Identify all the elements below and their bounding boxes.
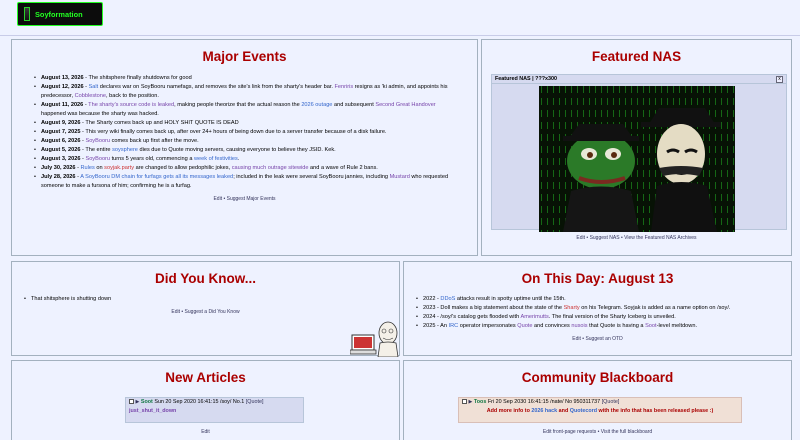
triangle-right-icon[interactable]: ▶: [136, 399, 140, 405]
new-articles-title: New Articles: [165, 370, 246, 385]
blackboard-post: ▶ Toos Fri 20 Sep 2030 16:41:15 /nate/ N…: [458, 397, 742, 423]
list-item: August 3, 2026 - SoyBooru turns 5 years …: [33, 155, 457, 164]
list-item: August 9, 2026 - The Sharty comes back u…: [33, 119, 457, 128]
new-articles-footer-links[interactable]: Edit: [12, 429, 399, 435]
otd-link[interactable]: Amerimutts: [520, 314, 548, 320]
list-item: August 13, 2026 - The shitsphere finally…: [33, 74, 457, 83]
featured-nas-image[interactable]: [539, 86, 735, 232]
otd-link[interactable]: Quote: [517, 323, 532, 329]
event-link[interactable]: Mustard: [390, 174, 410, 180]
poster-name: Toos: [473, 399, 487, 405]
major-events-list: August 13, 2026 - The shitsphere finally…: [33, 74, 457, 191]
list-item: August 12, 2026 - Salt declares war on S…: [33, 83, 457, 101]
nas-artwork: [539, 86, 735, 232]
nas-window: Featured NAS | ???x300 x: [491, 74, 787, 232]
list-item: August 6, 2026 - SoyBooru comes back up …: [33, 137, 457, 146]
featured-nas-title: Featured NAS: [591, 49, 682, 64]
list-item: July 28, 2026 - A SoyBooru DM chain for …: [33, 173, 457, 191]
post-date: Fri 20 Sep 2030 16:41:15 /nate/ No 95031…: [487, 399, 601, 405]
new-articles-panel: New Articles ▶ Soot Sun 20 Sep 2020 16:4…: [11, 360, 400, 440]
event-link[interactable]: The sharty's source code is leaked: [88, 102, 174, 108]
major-events-title: Major Events: [202, 49, 287, 64]
otd-link[interactable]: IRC: [449, 323, 459, 329]
otd-link[interactable]: nusois: [571, 323, 587, 329]
list-item: 2024 - /soy/'s catalog gets flooded with…: [415, 313, 787, 322]
post-body: Add more info to 2026 hack and Quotecord…: [486, 408, 714, 414]
event-link[interactable]: SoyBooru: [85, 138, 110, 144]
event-link[interactable]: Rules: [81, 165, 95, 171]
nas-window-title: Featured NAS | ???x300: [492, 75, 786, 84]
post-date: Sun 20 Sep 2020 16:41:15 /soy/ No.1: [154, 399, 245, 405]
post-checkbox[interactable]: [129, 399, 134, 405]
soyjak-computer-icon: [350, 321, 399, 357]
on-this-day-footer-links[interactable]: Edit • Suggest an OTD: [404, 336, 791, 342]
event-link[interactable]: 2026 outage: [301, 102, 332, 108]
list-item: August 7, 2025 - This very wiki finally …: [33, 128, 457, 137]
triangle-right-icon[interactable]: ▶: [469, 399, 473, 405]
close-icon[interactable]: x: [776, 76, 783, 83]
on-this-day-list: 2022 - DDoS attacks result in spotty upt…: [415, 295, 787, 331]
event-link[interactable]: Cobblestone: [75, 93, 106, 99]
list-item: That shitsphere is shutting down: [23, 295, 399, 304]
community-blackboard-panel: Community Blackboard ▶ Toos Fri 20 Sep 2…: [403, 360, 792, 440]
did-you-know-panel: Did You Know... That shitsphere is shutt…: [11, 261, 400, 357]
post-header: ▶ Toos Fri 20 Sep 2030 16:41:15 /nate/ N…: [459, 398, 741, 407]
list-item: 2023 - Doll makes a big statement about …: [415, 304, 787, 313]
list-item: August 5, 2026 - The entire soysphere di…: [33, 146, 457, 155]
list-item: July 30, 2026 - Rules on soyjak.party ar…: [33, 164, 457, 173]
on-this-day-panel: On This Day: August 13 2022 - DDoS attac…: [403, 261, 792, 356]
quote-link[interactable]: [Quote]: [246, 399, 264, 405]
event-link[interactable]: soyjak.party: [104, 165, 134, 171]
event-link[interactable]: causing much outrage sitewide: [232, 165, 309, 171]
otd-link[interactable]: DDoS: [440, 296, 455, 302]
did-you-know-title: Did You Know...: [155, 271, 256, 286]
post-header: ▶ Soot Sun 20 Sep 2020 16:41:15 /soy/ No…: [126, 398, 303, 407]
post-checkbox[interactable]: [462, 399, 467, 405]
post-body[interactable]: just_shut_it_down: [126, 407, 303, 416]
major-events-panel: Major Events August 13, 2026 - The shits…: [11, 39, 478, 256]
event-link[interactable]: SoyBooru: [85, 156, 110, 162]
major-events-footer-links[interactable]: Edit • Suggest Major Events: [12, 196, 477, 202]
event-link[interactable]: Salt: [89, 84, 99, 90]
new-articles-post: ▶ Soot Sun 20 Sep 2020 16:41:15 /soy/ No…: [125, 397, 304, 423]
otd-link[interactable]: Sharty: [564, 305, 580, 311]
on-this-day-title: On This Day: August 13: [521, 271, 674, 286]
logo-text: Soyformation: [35, 9, 83, 19]
event-link[interactable]: week of festivities: [194, 156, 238, 162]
poster-name: Soot: [140, 399, 153, 405]
community-blackboard-title: Community Blackboard: [521, 370, 674, 385]
event-link[interactable]: A SoyBooru DM chain for furfags gets all…: [80, 174, 233, 180]
quote-link[interactable]: [Quote]: [602, 399, 620, 405]
soyjak-icon: [24, 7, 30, 21]
blackboard-link[interactable]: 2026 hack: [531, 408, 557, 414]
list-item: August 11, 2026 - The sharty's source co…: [33, 101, 457, 119]
event-link[interactable]: soysphere: [112, 147, 138, 153]
did-you-know-list: That shitsphere is shutting down: [23, 295, 399, 304]
featured-nas-panel: Featured NAS Featured NAS | ???x300 x Ed…: [481, 39, 792, 256]
site-logo[interactable]: Soyformation: [17, 2, 103, 26]
list-item: 2022 - DDoS attacks result in spotty upt…: [415, 295, 787, 304]
top-bar: Soyformation: [0, 0, 800, 36]
did-you-know-footer-links[interactable]: Edit • Suggest a Did You Know: [12, 309, 399, 315]
event-link[interactable]: Second Great Handover: [375, 102, 435, 108]
list-item: 2025 - An IRC operator impersonates Quot…: [415, 322, 787, 331]
featured-nas-footer-links[interactable]: Edit • Suggest NAS • View the Featured N…: [482, 235, 791, 241]
otd-link[interactable]: Soot: [645, 323, 657, 329]
blackboard-link[interactable]: Quotecord: [570, 408, 597, 414]
blackboard-footer-links[interactable]: Edit front-page requests • Visit the ful…: [404, 429, 791, 435]
event-link[interactable]: Fenriris: [334, 84, 353, 90]
